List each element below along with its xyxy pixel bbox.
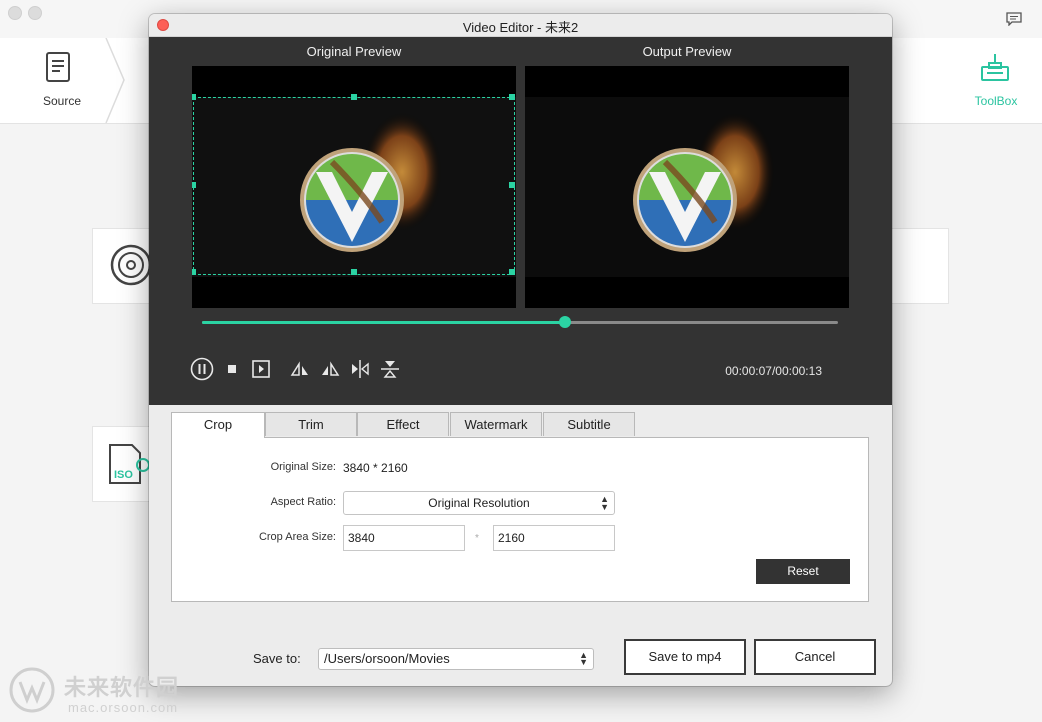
flip-horizontal-icon	[352, 360, 369, 378]
original-preview-pane[interactable]	[192, 66, 516, 308]
stop-button[interactable]	[220, 357, 244, 381]
cancel-button[interactable]: Cancel	[754, 639, 876, 675]
rotate-right-icon	[322, 361, 340, 376]
step-source[interactable]: Source	[6, 38, 118, 123]
window-minimize-dot-inactive[interactable]	[28, 6, 42, 20]
editor-titlebar: Video Editor - 未来2	[149, 14, 892, 37]
crop-size-separator: *	[475, 533, 479, 544]
iso-file-icon	[107, 443, 151, 492]
aspect-ratio-select[interactable]: Original Resolution ▲ ▼	[343, 491, 615, 515]
output-preview-pane	[525, 66, 849, 308]
tab-crop[interactable]: Crop	[171, 412, 265, 438]
save-to-label: Save to:	[253, 651, 301, 666]
next-frame-icon	[252, 360, 270, 378]
save-to-mp4-button[interactable]: Save to mp4	[624, 639, 746, 675]
select-arrows-icon: ▲ ▼	[579, 650, 588, 667]
flip-horizontal-button[interactable]	[348, 357, 372, 381]
window-close-dot-inactive[interactable]	[8, 6, 22, 20]
document-icon	[42, 51, 74, 88]
tab-effect[interactable]: Effect	[357, 412, 449, 436]
preview-area: Original Preview Output Preview 00:00:07…	[149, 37, 892, 405]
step-toolbox[interactable]: ToolBox	[940, 38, 1042, 123]
crop-handle-top-left[interactable]	[192, 94, 196, 100]
disc-icon	[109, 243, 153, 292]
tab-subtitle[interactable]: Subtitle	[543, 412, 635, 436]
step-toolbox-label: ToolBox	[974, 94, 1018, 108]
watermark-url: mac.orsoon.com	[68, 700, 179, 715]
tab-trim[interactable]: Trim	[265, 412, 357, 436]
crop-panel: Original Size: 3840 * 2160 Aspect Ratio:…	[171, 437, 869, 602]
crop-handle-left[interactable]	[192, 182, 196, 188]
pause-icon	[190, 357, 214, 381]
save-path-select[interactable]: /Users/orsoon/Movies ▲ ▼	[318, 648, 594, 670]
aspect-ratio-value: Original Resolution	[428, 496, 530, 510]
crop-handle-bottom-right[interactable]	[509, 269, 515, 275]
crop-handle-right[interactable]	[509, 182, 515, 188]
feature-card-iso[interactable]: ISO	[92, 426, 154, 502]
watermark-text: 未来软件园	[64, 676, 180, 701]
iso-badge: ISO	[114, 469, 133, 481]
playback-scrubber[interactable]	[559, 316, 571, 328]
crop-area-size-label: Crop Area Size:	[258, 531, 336, 543]
time-display: 00:00:07/00:00:13	[725, 364, 822, 378]
step-separator-chevron	[104, 37, 128, 124]
tab-watermark[interactable]: Watermark	[450, 412, 542, 436]
crop-handle-bottom-left[interactable]	[192, 269, 196, 275]
crop-height-input[interactable]: 2160	[493, 525, 615, 551]
video-editor-window: Video Editor - 未来2 Original Preview Outp…	[149, 14, 892, 686]
original-size-label: Original Size:	[270, 461, 336, 473]
feedback-icon[interactable]	[1006, 12, 1022, 31]
watermark-logo-icon	[9, 667, 55, 713]
playback-progress	[202, 321, 565, 324]
stop-icon	[228, 365, 236, 373]
rotate-left-button[interactable]	[288, 357, 312, 381]
editor-title: Video Editor - 未来2	[462, 20, 579, 35]
reset-button[interactable]: Reset	[756, 559, 850, 584]
step-source-label: Source	[42, 94, 82, 108]
flip-vertical-button[interactable]	[378, 357, 402, 381]
next-frame-button[interactable]	[249, 357, 273, 381]
toolbox-icon	[979, 52, 1011, 89]
original-size-value: 3840 * 2160	[343, 461, 408, 475]
output-preview-label: Output Preview	[642, 44, 732, 59]
rotate-right-button[interactable]	[318, 357, 342, 381]
crop-selection-box[interactable]	[193, 97, 515, 275]
crop-width-input[interactable]: 3840	[343, 525, 465, 551]
output-video-logo-image	[633, 112, 775, 252]
original-preview-label: Original Preview	[306, 44, 402, 59]
site-watermark: 未来软件园 mac.orsoon.com	[6, 664, 216, 722]
save-path-value: /Users/orsoon/Movies	[324, 651, 450, 666]
crop-handle-bottom[interactable]	[351, 269, 357, 275]
crop-handle-top-right[interactable]	[509, 94, 515, 100]
select-arrows-icon: ▲ ▼	[600, 494, 609, 512]
aspect-ratio-label: Aspect Ratio:	[270, 496, 336, 508]
rotate-left-icon	[290, 361, 308, 376]
crop-handle-top[interactable]	[351, 94, 357, 100]
flip-vertical-icon	[381, 361, 399, 378]
pause-button[interactable]	[190, 357, 214, 381]
